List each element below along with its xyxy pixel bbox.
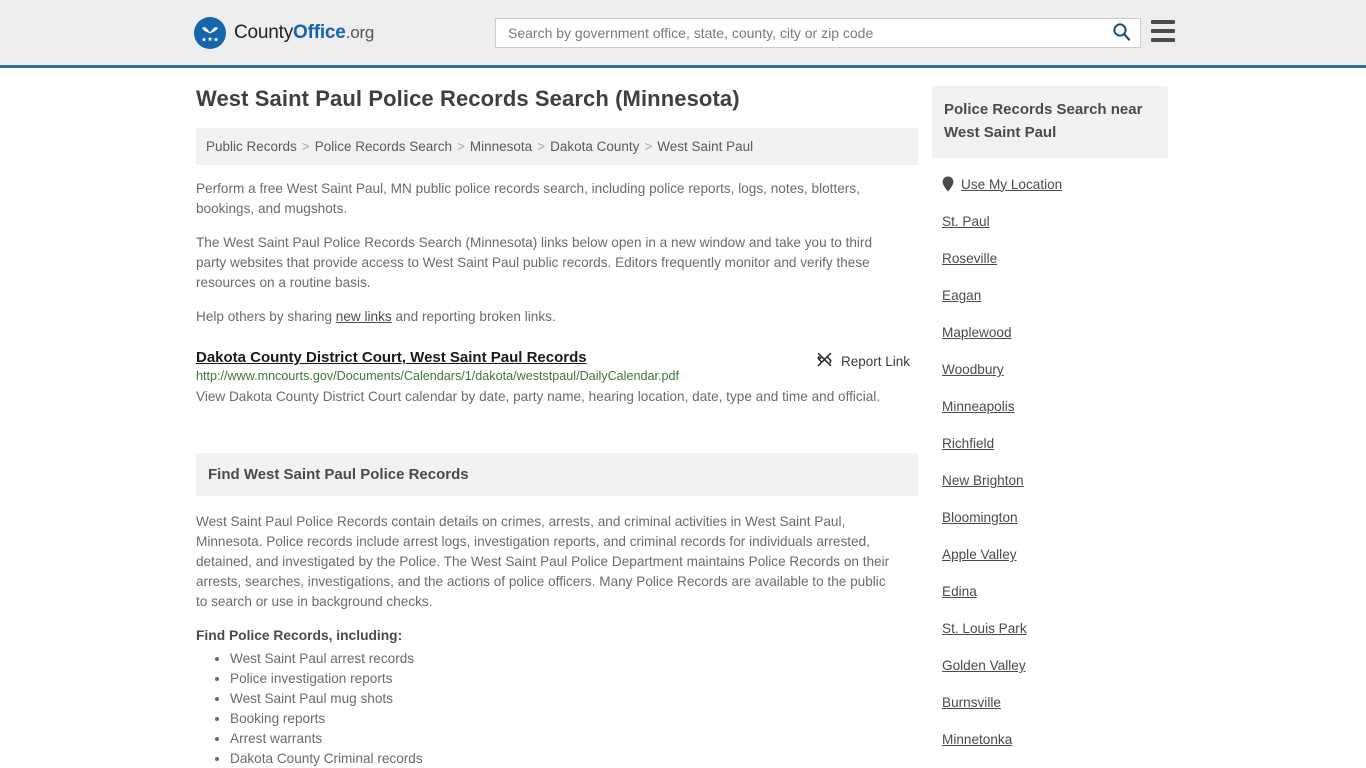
breadcrumb-item-public-records[interactable]: Public Records (206, 139, 297, 154)
search-input[interactable] (496, 19, 1102, 47)
intro-paragraph-3-after: and reporting broken links. (391, 309, 556, 324)
hamburger-menu-icon[interactable] (1151, 20, 1175, 42)
list-item: West Saint Paul arrest records (230, 649, 918, 669)
find-records-heading: Find West Saint Paul Police Records (196, 453, 918, 496)
hamburger-bar (1151, 20, 1175, 24)
result-item: Dakota County District Court, West Saint… (196, 349, 910, 407)
sidebar-city-link[interactable]: Maplewood (942, 325, 1012, 340)
result-title-link[interactable]: Dakota County District Court, West Saint… (196, 349, 587, 366)
sidebar-city-link[interactable]: Minneapolis (942, 399, 1015, 414)
sidebar-city-link[interactable]: Roseville (942, 251, 997, 266)
main-column: West Saint Paul Police Records Search (M… (188, 86, 918, 768)
sidebar-city-link[interactable]: Bloomington (942, 510, 1018, 525)
sidebar-item-new-brighton[interactable]: New Brighton (942, 473, 1168, 488)
sidebar-city-link[interactable]: Woodbury (942, 362, 1004, 377)
sidebar-city-link[interactable]: St. Louis Park (942, 621, 1027, 636)
countyoffice-eagle-logo-icon (194, 16, 226, 49)
page-body: West Saint Paul Police Records Search (M… (0, 68, 1366, 768)
sidebar-city-link[interactable]: Richfield (942, 436, 994, 451)
sidebar-item-woodbury[interactable]: Woodbury (942, 362, 1168, 377)
breadcrumb-separator: > (301, 139, 310, 154)
sidebar-city-link[interactable]: Eagan (942, 288, 981, 303)
logo-text-county: County (234, 21, 294, 43)
sidebar-city-link[interactable]: St. Paul (942, 214, 990, 229)
breadcrumb-item-west-saint-paul[interactable]: West Saint Paul (657, 139, 753, 154)
list-item: Arrest warrants (230, 729, 918, 749)
breadcrumb-item-dakota-county[interactable]: Dakota County (550, 139, 639, 154)
breadcrumb-separator: > (537, 139, 546, 154)
breadcrumb: Public Records > Police Records Search > Min… (196, 128, 918, 165)
sidebar-item-st-louis-park[interactable]: St. Louis Park (942, 621, 1168, 636)
hamburger-bar (1151, 38, 1175, 42)
sidebar-city-link[interactable]: New Brighton (942, 473, 1024, 488)
sidebar-city-link[interactable]: Burnsville (942, 695, 1001, 710)
sidebar-item-maplewood[interactable]: Maplewood (942, 325, 1168, 340)
sidebar-item-golden-valley[interactable]: Golden Valley (942, 658, 1168, 673)
sidebar-item-minnetonka[interactable]: Minnetonka (942, 732, 1168, 747)
new-links-link[interactable]: new links (336, 309, 392, 324)
intro-paragraph-3: Help others by sharing new links and rep… (196, 307, 896, 327)
use-my-location-link[interactable]: Use My Location (961, 177, 1062, 192)
report-link-label: Report Link (840, 353, 910, 369)
find-records-subheading: Find Police Records, including: (196, 628, 403, 643)
sidebar-heading: Police Records Search near West Saint Pa… (932, 86, 1168, 158)
sidebar-item-edina[interactable]: Edina (942, 584, 1168, 599)
breadcrumb-separator: > (457, 139, 465, 154)
page-title: West Saint Paul Police Records Search (M… (196, 86, 740, 111)
sidebar-item-richfield[interactable]: Richfield (942, 436, 1168, 451)
intro-text: Perform a free West Saint Paul, MN publi… (188, 179, 918, 327)
site-header: CountyOffice.org (0, 0, 1366, 68)
intro-paragraph-1: Perform a free West Saint Paul, MN publi… (196, 181, 860, 216)
search-bar (495, 18, 1141, 48)
result-url[interactable]: http://www.mncourts.gov/Documents/Calend… (196, 369, 910, 383)
sidebar-city-list: Use My Location St. Paul Roseville Eagan… (932, 176, 1168, 747)
map-pin-icon (942, 176, 954, 192)
logo-text-org: .org (345, 22, 375, 42)
sidebar-item-apple-valley[interactable]: Apple Valley (942, 547, 1168, 562)
list-item: West Saint Paul mug shots (230, 689, 918, 709)
hamburger-bar (1151, 29, 1175, 33)
sidebar-item-burnsville[interactable]: Burnsville (942, 695, 1168, 710)
result-description: View Dakota County District Court calend… (196, 389, 881, 404)
breadcrumb-item-minnesota[interactable]: Minnesota (470, 139, 532, 154)
report-link-button[interactable]: Report Link (816, 351, 910, 371)
sidebar-item-use-my-location[interactable]: Use My Location (942, 176, 1168, 192)
find-records-body: West Saint Paul Police Records contain d… (196, 514, 890, 609)
sidebar-city-link[interactable]: Apple Valley (942, 547, 1017, 562)
breadcrumb-separator: > (644, 139, 653, 154)
record-types-list: West Saint Paul arrest records Police in… (196, 649, 918, 768)
search-button[interactable] (1102, 19, 1140, 47)
sidebar-item-minneapolis[interactable]: Minneapolis (942, 399, 1168, 414)
site-logo-text: CountyOffice.org (234, 22, 374, 44)
sidebar-item-st-paul[interactable]: St. Paul (942, 214, 1168, 229)
list-item: Police investigation reports (230, 669, 918, 689)
sidebar: Police Records Search near West Saint Pa… (932, 86, 1168, 768)
content-container: West Saint Paul Police Records Search (M… (188, 68, 1178, 768)
sidebar-city-link[interactable]: Golden Valley (942, 658, 1026, 673)
logo-text-office: Office (293, 21, 346, 43)
sidebar-item-roseville[interactable]: Roseville (942, 251, 1168, 266)
intro-paragraph-3-before: Help others by sharing (196, 309, 336, 324)
list-item: Dakota County Criminal records (230, 749, 918, 768)
sidebar-item-bloomington[interactable]: Bloomington (942, 510, 1168, 525)
site-logo[interactable]: CountyOffice.org (194, 16, 374, 49)
list-item: Booking reports (230, 709, 918, 729)
sidebar-city-link[interactable]: Edina (942, 584, 977, 599)
intro-paragraph-2: The West Saint Paul Police Records Searc… (196, 235, 873, 290)
sidebar-city-link[interactable]: Minnetonka (942, 732, 1012, 747)
sidebar-item-eagan[interactable]: Eagan (942, 288, 1168, 303)
broken-link-icon (816, 351, 833, 371)
search-icon (1112, 22, 1131, 44)
breadcrumb-item-police-records-search[interactable]: Police Records Search (315, 139, 452, 154)
